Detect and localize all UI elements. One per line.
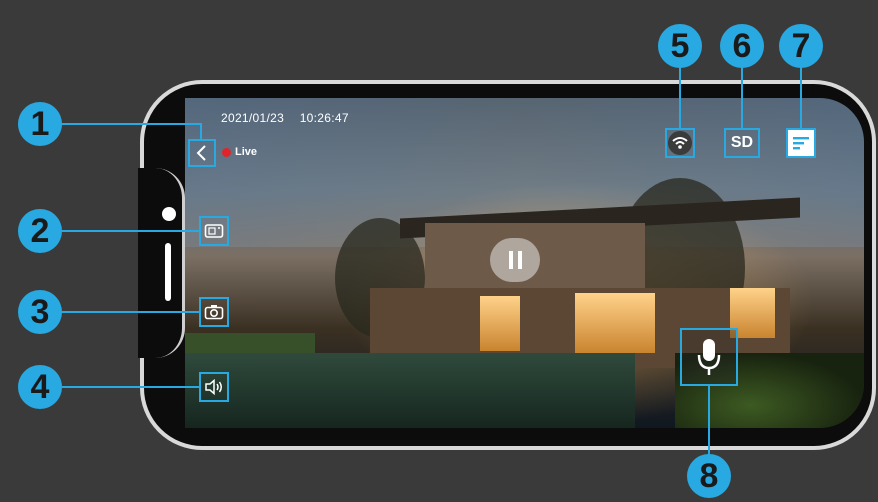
callout-badge-8: 8 bbox=[687, 454, 731, 498]
callout-line bbox=[708, 386, 710, 456]
date-text: 2021/01/23 bbox=[221, 111, 285, 125]
live-label: Live bbox=[235, 146, 258, 158]
callout-line bbox=[679, 66, 681, 129]
timestamp: 2021/01/23 10:26:47 bbox=[221, 111, 361, 125]
pause-button[interactable] bbox=[490, 238, 540, 282]
callout-line bbox=[62, 230, 200, 232]
callout-line bbox=[200, 123, 202, 141]
phone-notch bbox=[138, 168, 185, 358]
pool bbox=[185, 353, 635, 428]
time-text: 10:26:47 bbox=[299, 111, 349, 125]
earpiece bbox=[165, 243, 171, 301]
microphone-icon bbox=[697, 339, 721, 375]
wifi-badge bbox=[668, 131, 692, 155]
pause-icon bbox=[508, 251, 522, 269]
live-dot bbox=[222, 147, 231, 157]
screenshot-button[interactable] bbox=[199, 216, 229, 246]
speaker-button[interactable] bbox=[199, 372, 229, 402]
lit-window bbox=[575, 293, 655, 353]
callout-badge-3: 3 bbox=[18, 290, 62, 334]
callout-line bbox=[62, 123, 202, 125]
live-indicator: Live bbox=[222, 146, 257, 158]
menu-button[interactable] bbox=[786, 128, 816, 158]
sd-quality-button[interactable]: SD bbox=[724, 128, 760, 158]
photo-button[interactable] bbox=[199, 297, 229, 327]
screenshot-icon bbox=[204, 224, 224, 238]
callout-badge-1: 1 bbox=[18, 102, 62, 146]
lit-window bbox=[480, 296, 520, 351]
callout-badge-5: 5 bbox=[658, 24, 702, 68]
camera-icon bbox=[204, 305, 224, 320]
callout-line bbox=[741, 66, 743, 129]
wifi-status-button[interactable] bbox=[665, 128, 695, 158]
callout-badge-2: 2 bbox=[18, 209, 62, 253]
wifi-icon bbox=[672, 137, 688, 149]
callout-line bbox=[800, 66, 802, 129]
callout-badge-6: 6 bbox=[720, 24, 764, 68]
callout-line bbox=[62, 311, 200, 313]
callout-badge-4: 4 bbox=[18, 365, 62, 409]
callout-line bbox=[62, 386, 200, 388]
chevron-left-icon bbox=[196, 145, 206, 161]
speaker-icon bbox=[205, 379, 222, 395]
front-camera bbox=[162, 207, 176, 221]
menu-icon bbox=[793, 137, 809, 150]
talk-button[interactable] bbox=[680, 328, 738, 386]
back-button[interactable] bbox=[188, 139, 216, 167]
callout-badge-7: 7 bbox=[779, 24, 823, 68]
